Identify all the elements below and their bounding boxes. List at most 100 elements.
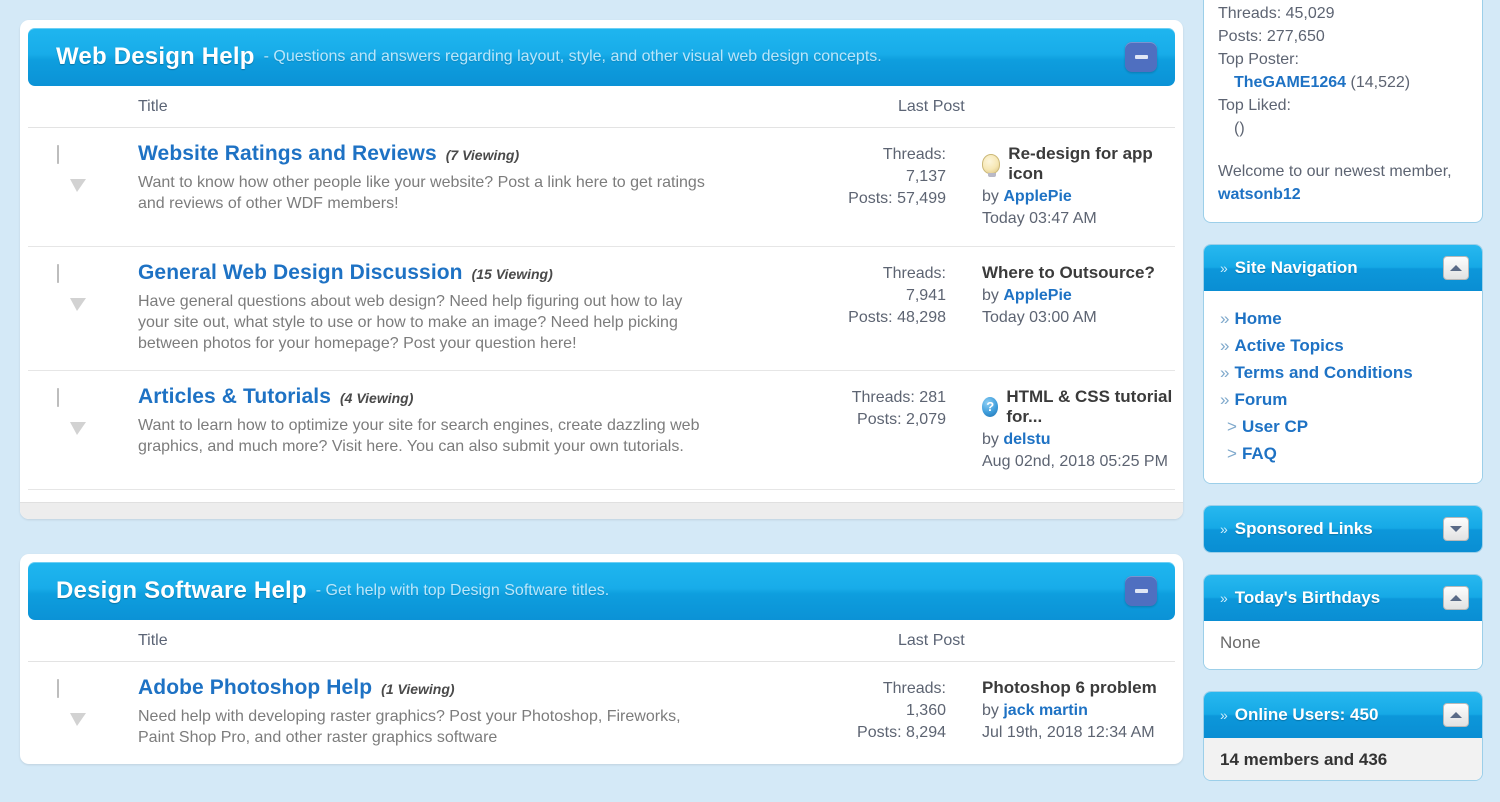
chevron-up-icon[interactable]: [1443, 586, 1469, 610]
forum-stats-cell: Threads: 7,941 Posts: 48,298: [786, 261, 946, 354]
sidebar-item-label: FAQ: [1241, 444, 1277, 463]
speech-bubble-icon: “”: [57, 679, 109, 726]
forum-info-cell: Website Ratings and Reviews (7 Viewing) Wa…: [138, 142, 786, 230]
chevron-right-icon: >: [1227, 417, 1237, 436]
last-post-title[interactable]: Photoshop 6 problem: [982, 678, 1157, 698]
stats-posts: Posts: 277,650: [1218, 28, 1325, 45]
last-post-title[interactable]: Re-design for app icon: [1008, 144, 1175, 184]
forum-viewing-count: (7 Viewing): [445, 147, 520, 163]
last-post-title[interactable]: HTML & CSS tutorial for...: [1006, 387, 1175, 427]
sidebar-item-user-cp[interactable]: > User CP: [1220, 413, 1466, 440]
stats-threads: Threads: 45,029: [1218, 5, 1335, 22]
forum-row: “” Adobe Photoshop Help (1 Viewing) Need he…: [28, 662, 1175, 764]
forum-description: Want to learn how to optimize your site …: [138, 417, 700, 455]
board-statistics-panel: Threads: 45,029 Posts: 277,650 Top Poster:…: [1203, 0, 1483, 223]
forum-link[interactable]: Adobe Photoshop Help: [138, 676, 372, 699]
last-post-author[interactable]: ApplePie: [1003, 287, 1071, 304]
last-post-cell: ? HTML & CSS tutorial for... by delstu Aug …: [946, 385, 1175, 473]
sidebar-panel-header[interactable]: » Today's Birthdays: [1204, 575, 1482, 621]
sidebar-item-label: Terms and Conditions: [1234, 363, 1413, 382]
posts-count: Posts: 57,499: [848, 190, 946, 207]
sidebar-panel-header[interactable]: » Online Users: 450: [1204, 692, 1482, 738]
chevron-up-icon[interactable]: [1443, 703, 1469, 727]
last-post-author-line: by jack martin: [982, 700, 1175, 722]
bullet-icon: »: [1220, 707, 1228, 723]
sidebar-panel-title: Sponsored Links: [1234, 519, 1373, 538]
forum-info-cell: Articles & Tutorials (4 Viewing) Want to l…: [138, 385, 786, 473]
last-post-author[interactable]: jack martin: [1003, 702, 1087, 719]
sidebar-item-label: Home: [1234, 309, 1282, 328]
by-prefix: by: [982, 702, 999, 719]
forum-icon-cell: “”: [28, 261, 138, 354]
forum-info-cell: Adobe Photoshop Help (1 Viewing) Need help…: [138, 676, 786, 748]
forum-link[interactable]: General Web Design Discussion: [138, 261, 463, 284]
forum-icon-cell: “”: [28, 385, 138, 473]
forum-icon-cell: “”: [28, 142, 138, 230]
forum-link[interactable]: Website Ratings and Reviews: [138, 142, 437, 165]
top-poster-link[interactable]: TheGAME1264: [1234, 74, 1346, 91]
chevron-up-icon[interactable]: [1443, 256, 1469, 280]
by-prefix: by: [982, 431, 999, 448]
sidebar-panel: » Site Navigation» Home» Active Topics» Term…: [1203, 244, 1483, 484]
chevron-down-icon[interactable]: [1443, 517, 1469, 541]
forum-row: “” Website Ratings and Reviews (7 Viewing)…: [28, 128, 1175, 247]
threads-count: 1,360: [905, 702, 946, 719]
sidebar-panel-title: Today's Birthdays: [1234, 588, 1381, 607]
last-post-author-line: by delstu: [982, 429, 1175, 451]
forum-block-description: - Questions and answers regarding layout…: [263, 48, 882, 65]
last-post-title[interactable]: Where to Outsource?: [982, 263, 1155, 283]
sidebar-panel-header[interactable]: » Site Navigation: [1204, 245, 1482, 291]
forum-page: Web Design Help - Questions and answers r…: [0, 0, 1500, 781]
chevron-right-icon: »: [1220, 336, 1230, 355]
forum-row: “” Articles & Tutorials (4 Viewing) Want to…: [28, 371, 1175, 490]
forum-block-footer: [20, 502, 1183, 519]
sidebar-item-label: User CP: [1241, 417, 1309, 436]
stats-top-poster-label: Top Poster:: [1218, 51, 1299, 68]
right-sidebar: Threads: 45,029 Posts: 277,650 Top Poster:…: [1203, 0, 1500, 802]
sidebar-item-forum[interactable]: » Forum: [1220, 386, 1466, 413]
forum-block-title: Design Software Help: [56, 577, 307, 604]
forum-block: Design Software Help - Get help with top …: [20, 554, 1183, 764]
last-post-date: Aug 02nd, 2018 05:25 PM: [982, 453, 1168, 470]
forum-main-column: Web Design Help - Questions and answers r…: [0, 0, 1203, 764]
sidebar-panel-header[interactable]: » Sponsored Links: [1204, 506, 1482, 552]
sidebar-item-home[interactable]: » Home: [1220, 305, 1466, 332]
threads-label: Threads:: [882, 265, 946, 282]
bullet-icon: »: [1220, 521, 1228, 537]
posts-count: Posts: 48,298: [848, 309, 946, 326]
stats-top-liked-value: (): [1234, 120, 1245, 137]
column-header-row: Title Last Post: [28, 620, 1175, 662]
last-post-author[interactable]: ApplePie: [1003, 188, 1071, 205]
forum-link[interactable]: Articles & Tutorials: [138, 385, 331, 408]
column-header-last-post: Last Post: [898, 97, 965, 115]
chevron-right-icon: >: [1227, 444, 1237, 463]
threads-count: 7,137: [905, 168, 946, 185]
posts-count: Posts: 2,079: [857, 411, 946, 428]
forum-block: Web Design Help - Questions and answers r…: [20, 20, 1183, 519]
threads-label: Threads:: [882, 146, 946, 163]
last-post-cell: Where to Outsource? by ApplePie Today 03:0…: [946, 261, 1175, 354]
stats-top-poster-row: TheGAME1264 (14,522): [1218, 71, 1468, 94]
sidebar-item-active-topics[interactable]: » Active Topics: [1220, 332, 1466, 359]
minus-icon[interactable]: [1125, 42, 1157, 72]
forum-description: Have general questions about web design?…: [138, 293, 683, 352]
newest-member-link[interactable]: watsonb12: [1218, 186, 1301, 203]
sidebar-item-terms-and-conditions[interactable]: » Terms and Conditions: [1220, 359, 1466, 386]
forum-description: Need help with developing raster graphic…: [138, 708, 681, 746]
help-circle-icon: ?: [982, 397, 999, 417]
forum-block-header: Design Software Help - Get help with top …: [28, 562, 1175, 620]
chevron-right-icon: »: [1220, 309, 1230, 328]
last-post-date: Today 03:00 AM: [982, 309, 1097, 326]
forum-viewing-count: (4 Viewing): [340, 390, 414, 406]
minus-icon[interactable]: [1125, 576, 1157, 606]
forum-block-title: Web Design Help: [56, 43, 255, 70]
forum-viewing-count: (15 Viewing): [471, 266, 553, 282]
by-prefix: by: [982, 188, 999, 205]
forum-stats-cell: Threads: 7,137 Posts: 57,499: [786, 142, 946, 230]
by-prefix: by: [982, 287, 999, 304]
column-header-row: Title Last Post: [28, 86, 1175, 128]
threads-label: Threads:: [882, 680, 946, 697]
column-header-title: Title: [138, 631, 168, 649]
sidebar-item-faq[interactable]: > FAQ: [1220, 440, 1466, 467]
last-post-author[interactable]: delstu: [1003, 431, 1050, 448]
